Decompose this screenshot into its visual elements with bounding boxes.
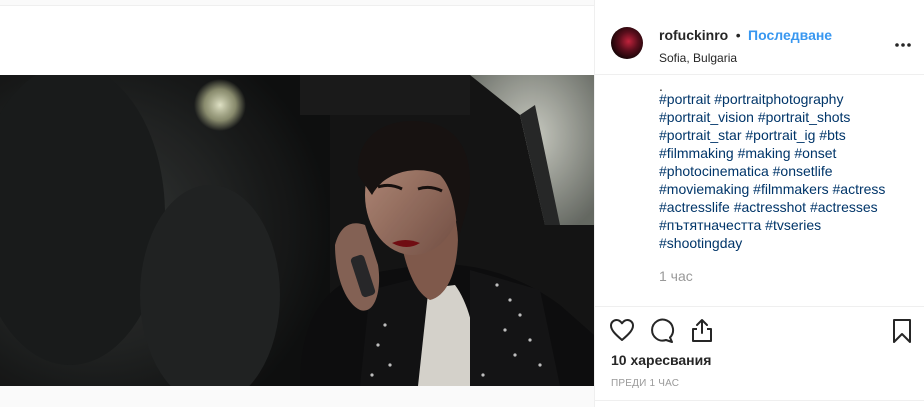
post-timestamp[interactable]: ПРЕДИ 1 ЧАС (611, 378, 679, 389)
post-photo-illustration (0, 75, 594, 386)
hashtag-line[interactable]: #filmmaking #making #onset (659, 144, 915, 162)
bookmark-icon[interactable] (891, 318, 913, 349)
hashtag-line[interactable]: #moviemaking #filmmakers #actress (659, 180, 915, 198)
likes-count[interactable]: 10 харесвания (611, 352, 711, 368)
heart-icon[interactable] (609, 318, 635, 347)
caption-dot: . (659, 78, 663, 94)
comment-timestamp: 1 час (659, 268, 693, 284)
follow-button[interactable]: Последване (748, 27, 832, 43)
action-bar (595, 306, 924, 307)
post-photo[interactable] (0, 75, 594, 386)
post-sidebar: rofuckinro • Последване Sofia, Bulgaria … (594, 0, 924, 407)
bottom-divider (595, 400, 924, 401)
hashtag-line[interactable]: #portrait_star #portrait_ig #bts (659, 126, 915, 144)
header-text: rofuckinro • Последване Sofia, Bulgaria (659, 27, 832, 65)
hashtag-line[interactable]: #portrait #portraitphotography (659, 90, 915, 108)
post-header: rofuckinro • Последване Sofia, Bulgaria (595, 6, 924, 75)
share-icon[interactable] (689, 317, 715, 348)
hashtag-line[interactable]: #actresslife #actresshot #actresses (659, 198, 915, 216)
hashtag-line[interactable]: #shootingday (659, 234, 915, 252)
separator-dot: • (735, 27, 741, 43)
username-link[interactable]: rofuckinro (659, 27, 728, 43)
hashtag-line[interactable]: #photocinematica #onsetlife (659, 162, 915, 180)
more-horizontal-icon[interactable] (895, 34, 911, 48)
caption: . #portrait #portraitphotography #portra… (659, 78, 915, 252)
hashtag-line[interactable]: #portrait_vision #portrait_shots (659, 108, 915, 126)
avatar[interactable] (611, 27, 643, 59)
header-spacer (0, 6, 594, 75)
hashtag-line[interactable]: #пътятначестта #tvseries (659, 216, 915, 234)
location-link[interactable]: Sofia, Bulgaria (659, 51, 832, 65)
comment-icon[interactable] (649, 318, 675, 349)
